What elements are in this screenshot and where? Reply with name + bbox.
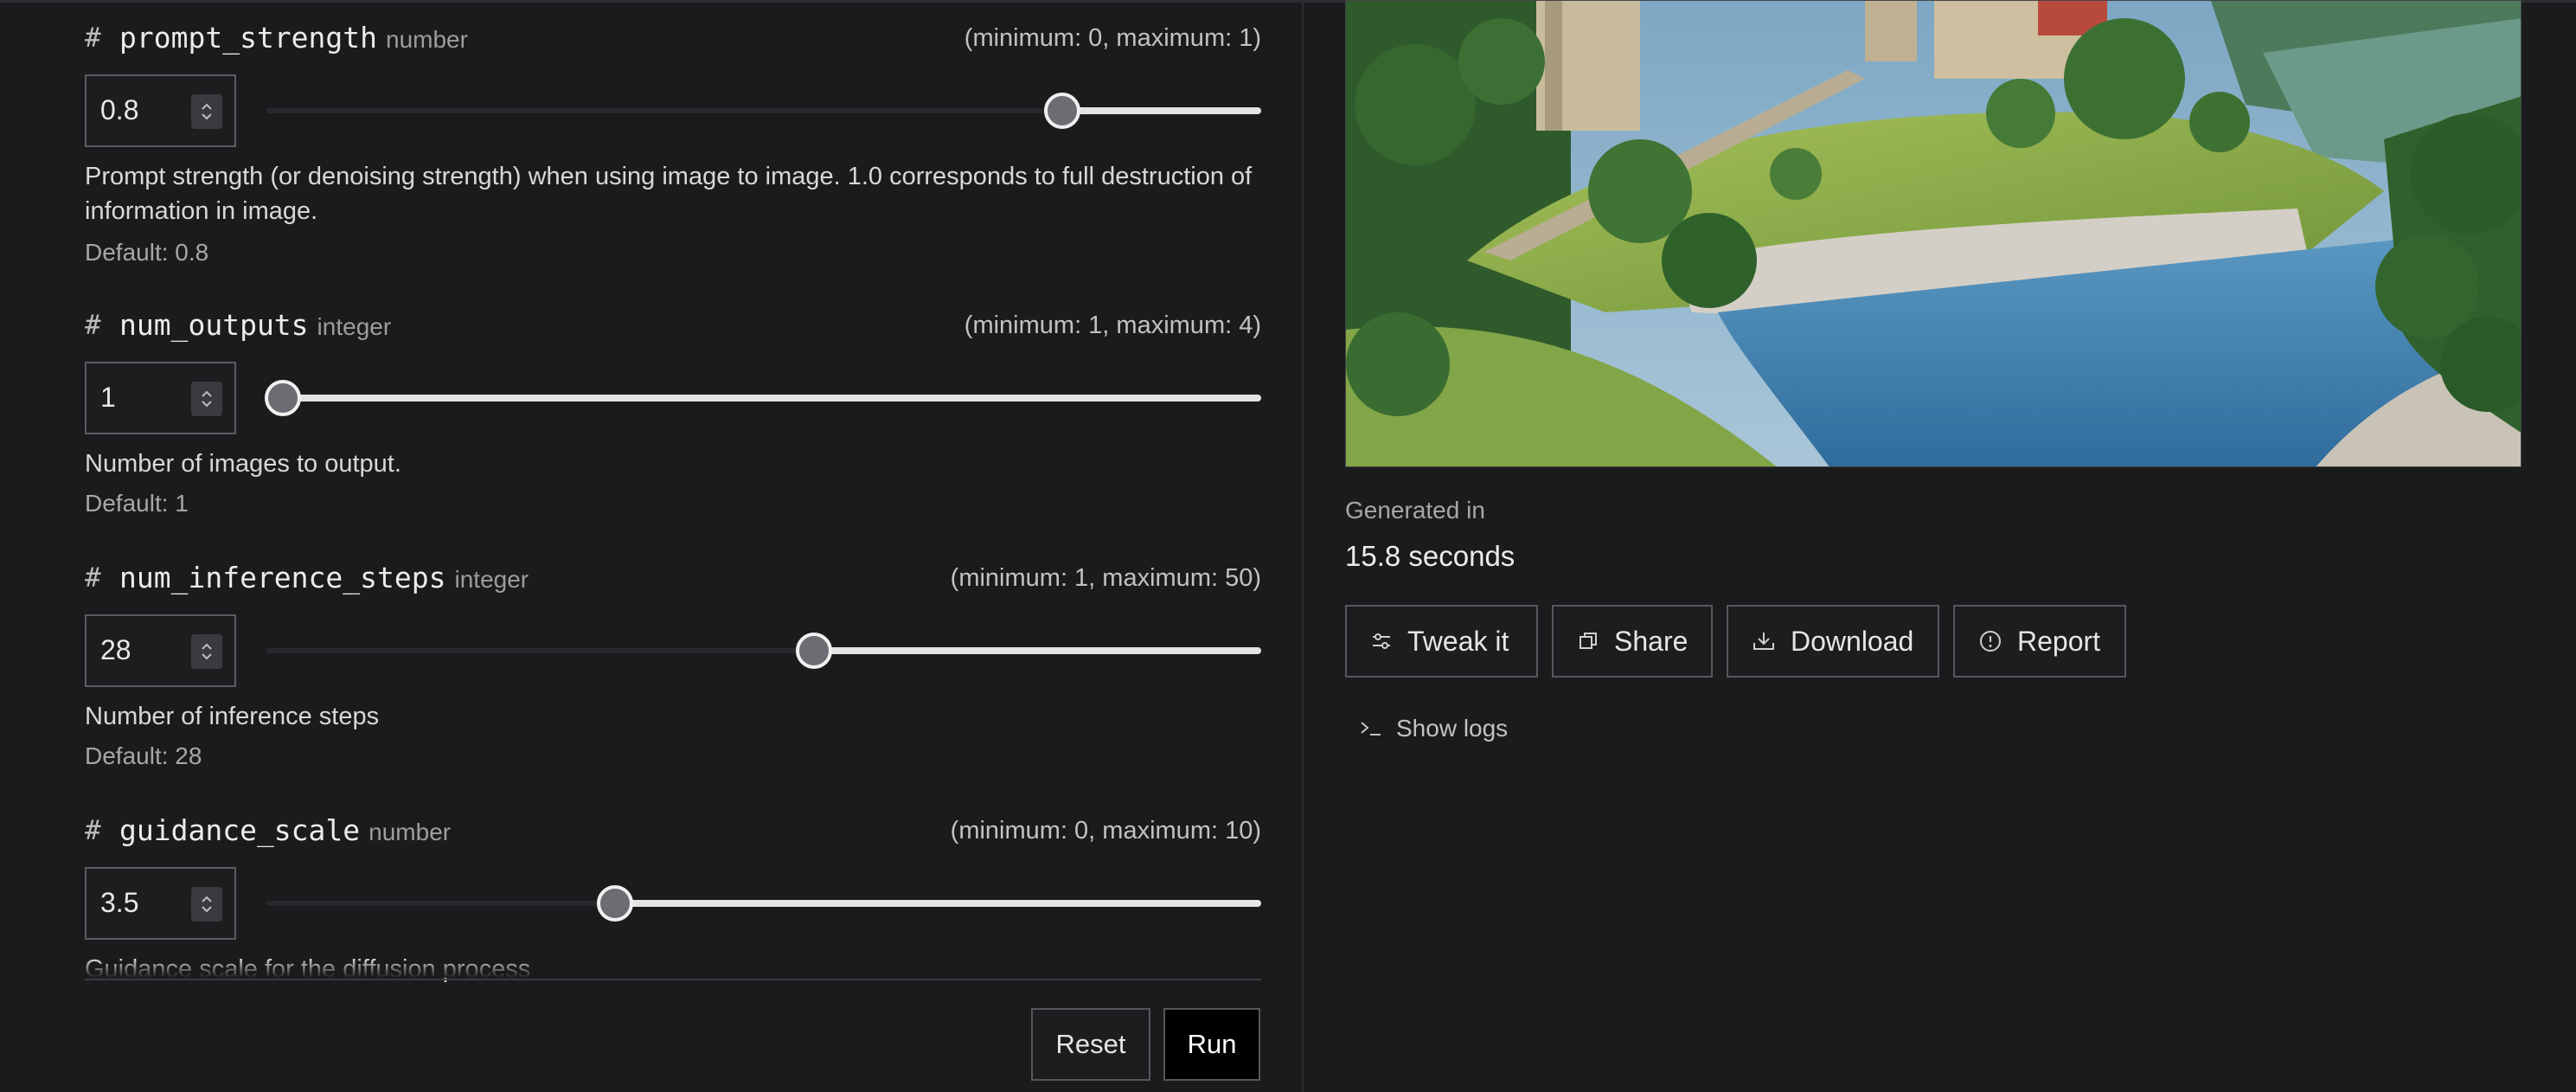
generated-time: 15.8 seconds — [1345, 540, 1515, 572]
app-root: # prompt_strength number (minimum: 0, max… — [0, 0, 2576, 1092]
copy-icon — [1580, 633, 1597, 649]
chevron-up-down-icon[interactable] — [191, 887, 222, 922]
param-default: Default: 28 — [85, 742, 202, 769]
share-label: Share — [1614, 625, 1688, 657]
show-logs-toggle[interactable]: Show logs — [1358, 715, 1508, 742]
param-name: num_inference_steps integer — [119, 561, 529, 594]
slider[interactable] — [266, 632, 1261, 670]
form-divider — [85, 979, 1261, 980]
number-input-value[interactable]: 3.5 — [100, 887, 138, 919]
slider[interactable] — [266, 92, 1261, 130]
param-name: guidance_scale number — [119, 813, 452, 847]
number-input-value[interactable]: 28 — [100, 634, 131, 666]
param-header: # guidance_scale number (minimum: 0, maxi… — [85, 810, 1261, 851]
tweak-label: Tweak it — [1407, 625, 1509, 657]
report-label: Report — [2017, 625, 2101, 657]
param-type: number — [368, 819, 452, 845]
generated-label: Generated in — [1345, 497, 1485, 524]
param-num-inference-steps: # num_inference_steps integer (minimum: 1… — [85, 557, 1261, 769]
number-input[interactable]: 1 — [85, 362, 236, 434]
tweak-button[interactable]: Tweak it — [1345, 605, 1538, 678]
download-label: Download — [1791, 625, 1914, 657]
download-button[interactable]: Download — [1727, 605, 1939, 678]
chevron-up-down-icon[interactable] — [191, 634, 222, 669]
sliders-icon — [1373, 633, 1390, 649]
terminal-prompt-icon — [1361, 722, 1381, 735]
param-range: (minimum: 1, maximum: 4) — [964, 312, 1261, 339]
slider-thumb[interactable] — [795, 633, 832, 669]
alert-circle-icon — [1980, 631, 2001, 652]
hash-icon: # — [85, 562, 101, 594]
scroll-fade — [85, 959, 1261, 978]
param-type: integer — [454, 566, 529, 593]
slider-fill — [1062, 107, 1261, 114]
param-header: # num_outputs integer (minimum: 1, maximu… — [85, 305, 1261, 346]
param-description: Prompt strength (or denoising strength) … — [85, 163, 1253, 225]
slider-thumb[interactable] — [1044, 93, 1080, 129]
param-prompt-strength: # prompt_strength number (minimum: 0, max… — [85, 17, 1261, 266]
param-guidance-scale: # guidance_scale number (minimum: 0, maxi… — [85, 810, 1261, 983]
number-input[interactable]: 28 — [85, 614, 236, 687]
param-default: Default: 1 — [85, 490, 189, 517]
hash-icon: # — [85, 310, 101, 341]
number-input[interactable]: 3.5 — [85, 867, 236, 940]
slider[interactable] — [265, 379, 1261, 417]
slider-fill — [266, 395, 1261, 401]
param-description: Number of inference steps — [85, 703, 380, 730]
chevron-up-down-icon[interactable] — [191, 382, 222, 416]
output-image[interactable] — [1345, 0, 2522, 467]
param-type: number — [386, 26, 468, 53]
number-input-value[interactable]: 1 — [100, 382, 116, 414]
param-type: integer — [317, 313, 392, 340]
slider-fill — [614, 900, 1261, 907]
input-form: # prompt_strength number (minimum: 0, max… — [0, 0, 1302, 1092]
param-range: (minimum: 0, maximum: 1) — [964, 24, 1261, 52]
param-num-outputs: # num_outputs integer (minimum: 1, maximu… — [85, 305, 1261, 517]
show-logs-label: Show logs — [1396, 715, 1509, 742]
run-button[interactable]: Run — [1163, 1008, 1260, 1081]
param-header: # prompt_strength number (minimum: 0, max… — [85, 17, 1261, 59]
panel-divider — [1302, 0, 1304, 1092]
hash-icon: # — [85, 22, 101, 54]
slider-fill — [813, 647, 1261, 654]
param-header: # num_inference_steps integer (minimum: 1… — [85, 557, 1261, 599]
number-input-value[interactable]: 0.8 — [100, 94, 138, 126]
param-name: num_outputs integer — [119, 308, 392, 342]
download-icon — [1753, 633, 1774, 650]
param-range: (minimum: 1, maximum: 50) — [950, 564, 1261, 592]
reset-button[interactable]: Reset — [1031, 1008, 1150, 1081]
number-input[interactable]: 0.8 — [85, 74, 236, 147]
hash-icon: # — [85, 815, 101, 846]
slider-thumb[interactable] — [265, 380, 301, 416]
chevron-up-down-icon[interactable] — [191, 94, 222, 129]
report-button[interactable]: Report — [1953, 605, 2126, 678]
slider-thumb[interactable] — [596, 885, 633, 922]
param-default: Default: 0.8 — [85, 239, 209, 266]
slider[interactable] — [266, 884, 1261, 922]
param-description: Number of images to output. — [85, 450, 401, 478]
param-name: prompt_strength number — [119, 21, 468, 55]
param-range: (minimum: 0, maximum: 10) — [950, 817, 1261, 845]
share-button[interactable]: Share — [1552, 605, 1713, 678]
